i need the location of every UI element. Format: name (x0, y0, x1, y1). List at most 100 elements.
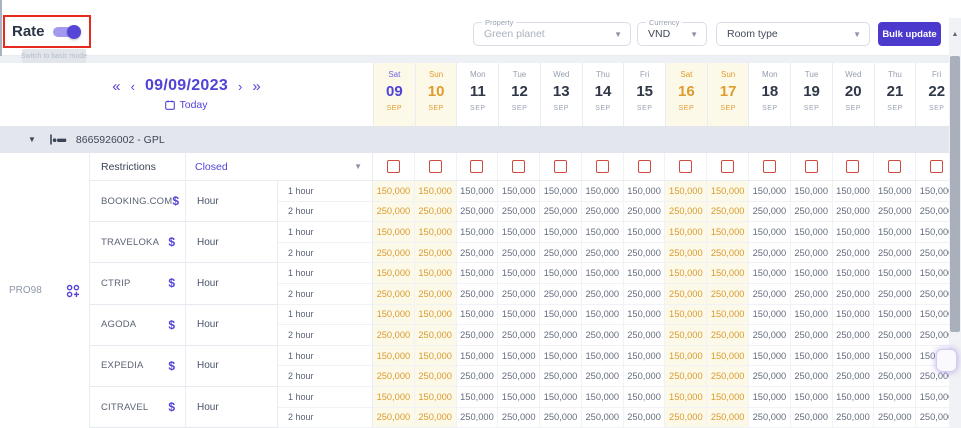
first-page-arrow[interactable]: « (112, 79, 120, 94)
rate-value-cell[interactable]: 150,000 (665, 305, 707, 326)
rate-value-cell[interactable]: 150,000 (540, 181, 582, 202)
rate-value-cell[interactable]: 150,000 (665, 387, 707, 408)
rate-value-cell[interactable]: 250,000 (415, 408, 457, 428)
rate-value-cell[interactable]: 150,000 (665, 263, 707, 284)
rate-value-cell[interactable]: 150,000 (833, 181, 875, 202)
calendar-day-column[interactable]: Sat09SEP (374, 63, 416, 126)
rate-value-cell[interactable]: 150,000 (665, 346, 707, 367)
rate-value-cell[interactable]: 250,000 (624, 284, 666, 305)
rate-value-cell[interactable]: 150,000 (874, 222, 916, 243)
rate-value-cell[interactable]: 150,000 (582, 346, 624, 367)
rate-value-cell[interactable]: 250,000 (457, 408, 499, 428)
property-select[interactable]: Property Green planet ▼ (473, 22, 631, 46)
calendar-day-column[interactable]: Mon18SEP (749, 63, 791, 126)
rate-value-cell[interactable]: 250,000 (457, 243, 499, 264)
rate-value-cell[interactable]: 150,000 (624, 181, 666, 202)
rate-value-cell[interactable]: 150,000 (415, 181, 457, 202)
rate-value-cell[interactable]: 150,000 (457, 263, 499, 284)
rate-value-cell[interactable]: 250,000 (415, 243, 457, 264)
closed-checkbox[interactable] (679, 160, 692, 173)
rate-value-cell[interactable]: 250,000 (791, 325, 833, 346)
closed-checkbox[interactable] (596, 160, 609, 173)
rate-value-cell[interactable]: 150,000 (874, 346, 916, 367)
rate-value-cell[interactable]: 250,000 (582, 202, 624, 223)
chat-widget-badge[interactable] (936, 349, 957, 372)
restriction-type-dropdown[interactable]: Closed ▼ (186, 153, 373, 180)
rate-value-cell[interactable]: 250,000 (540, 202, 582, 223)
rate-value-cell[interactable]: 250,000 (707, 243, 749, 264)
rate-value-cell[interactable]: 150,000 (624, 263, 666, 284)
rate-value-cell[interactable]: 150,000 (874, 387, 916, 408)
dollar-icon[interactable]: $ (168, 400, 175, 414)
next-arrow[interactable]: › (238, 80, 242, 93)
rate-value-cell[interactable]: 150,000 (624, 346, 666, 367)
rate-value-cell[interactable]: 250,000 (874, 325, 916, 346)
rate-value-cell[interactable]: 150,000 (707, 305, 749, 326)
rate-value-cell[interactable]: 150,000 (415, 222, 457, 243)
rate-value-cell[interactable]: 150,000 (665, 222, 707, 243)
rate-value-cell[interactable]: 250,000 (540, 243, 582, 264)
rate-value-cell[interactable]: 250,000 (373, 202, 415, 223)
rate-value-cell[interactable]: 150,000 (791, 387, 833, 408)
rate-value-cell[interactable]: 250,000 (624, 366, 666, 387)
rate-value-cell[interactable]: 150,000 (707, 346, 749, 367)
rate-value-cell[interactable]: 150,000 (457, 305, 499, 326)
calendar-day-column[interactable]: Sun17SEP (708, 63, 750, 126)
rate-toggle[interactable] (53, 24, 81, 39)
rate-value-cell[interactable]: 250,000 (665, 408, 707, 428)
rate-value-cell[interactable]: 250,000 (624, 408, 666, 428)
rate-value-cell[interactable]: 250,000 (791, 243, 833, 264)
rate-value-cell[interactable]: 250,000 (582, 243, 624, 264)
rate-value-cell[interactable]: 150,000 (665, 181, 707, 202)
rate-value-cell[interactable]: 250,000 (833, 408, 875, 428)
rate-value-cell[interactable]: 150,000 (833, 222, 875, 243)
dollar-icon[interactable]: $ (168, 276, 175, 290)
rate-value-cell[interactable]: 150,000 (582, 305, 624, 326)
rate-value-cell[interactable]: 150,000 (540, 305, 582, 326)
rate-value-cell[interactable]: 150,000 (791, 263, 833, 284)
rate-value-cell[interactable]: 150,000 (749, 263, 791, 284)
calendar-day-column[interactable]: Sat16SEP (666, 63, 708, 126)
rate-value-cell[interactable]: 250,000 (874, 284, 916, 305)
last-page-arrow[interactable]: » (252, 79, 260, 94)
rate-value-cell[interactable]: 150,000 (498, 387, 540, 408)
rate-value-cell[interactable]: 150,000 (540, 222, 582, 243)
rate-value-cell[interactable]: 150,000 (373, 222, 415, 243)
rate-value-cell[interactable]: 250,000 (749, 366, 791, 387)
rate-value-cell[interactable]: 150,000 (707, 181, 749, 202)
rate-value-cell[interactable]: 150,000 (874, 181, 916, 202)
rate-value-cell[interactable]: 250,000 (833, 284, 875, 305)
closed-checkbox[interactable] (930, 160, 943, 173)
prev-arrow[interactable]: ‹ (131, 80, 135, 93)
rate-value-cell[interactable]: 150,000 (749, 181, 791, 202)
rate-value-cell[interactable]: 250,000 (749, 284, 791, 305)
room-group-row[interactable]: ▼ 8665926002 - GPL (0, 126, 961, 153)
rate-value-cell[interactable]: 150,000 (457, 222, 499, 243)
rate-value-cell[interactable]: 250,000 (791, 408, 833, 428)
rate-value-cell[interactable]: 250,000 (707, 284, 749, 305)
rate-value-cell[interactable]: 150,000 (707, 387, 749, 408)
calendar-day-column[interactable]: Thu14SEP (583, 63, 625, 126)
bulk-update-button[interactable]: Bulk update (878, 22, 941, 46)
rate-value-cell[interactable]: 250,000 (707, 325, 749, 346)
rate-value-cell[interactable]: 250,000 (373, 243, 415, 264)
rate-value-cell[interactable]: 250,000 (582, 408, 624, 428)
rate-value-cell[interactable]: 150,000 (833, 346, 875, 367)
rate-value-cell[interactable]: 250,000 (749, 408, 791, 428)
closed-checkbox[interactable] (888, 160, 901, 173)
rate-value-cell[interactable]: 250,000 (457, 284, 499, 305)
rate-value-cell[interactable]: 150,000 (624, 305, 666, 326)
rate-value-cell[interactable]: 150,000 (457, 181, 499, 202)
rate-value-cell[interactable]: 250,000 (415, 202, 457, 223)
rate-value-cell[interactable]: 250,000 (582, 284, 624, 305)
rate-value-cell[interactable]: 150,000 (791, 181, 833, 202)
rate-value-cell[interactable]: 150,000 (874, 263, 916, 284)
rate-value-cell[interactable]: 150,000 (373, 263, 415, 284)
rate-value-cell[interactable]: 150,000 (749, 346, 791, 367)
rate-value-cell[interactable]: 250,000 (373, 284, 415, 305)
rate-value-cell[interactable]: 150,000 (373, 181, 415, 202)
scrollbar-up-arrow[interactable]: ▲ (949, 18, 961, 50)
rate-value-cell[interactable]: 150,000 (833, 263, 875, 284)
rate-value-cell[interactable]: 250,000 (665, 243, 707, 264)
closed-checkbox[interactable] (387, 160, 400, 173)
